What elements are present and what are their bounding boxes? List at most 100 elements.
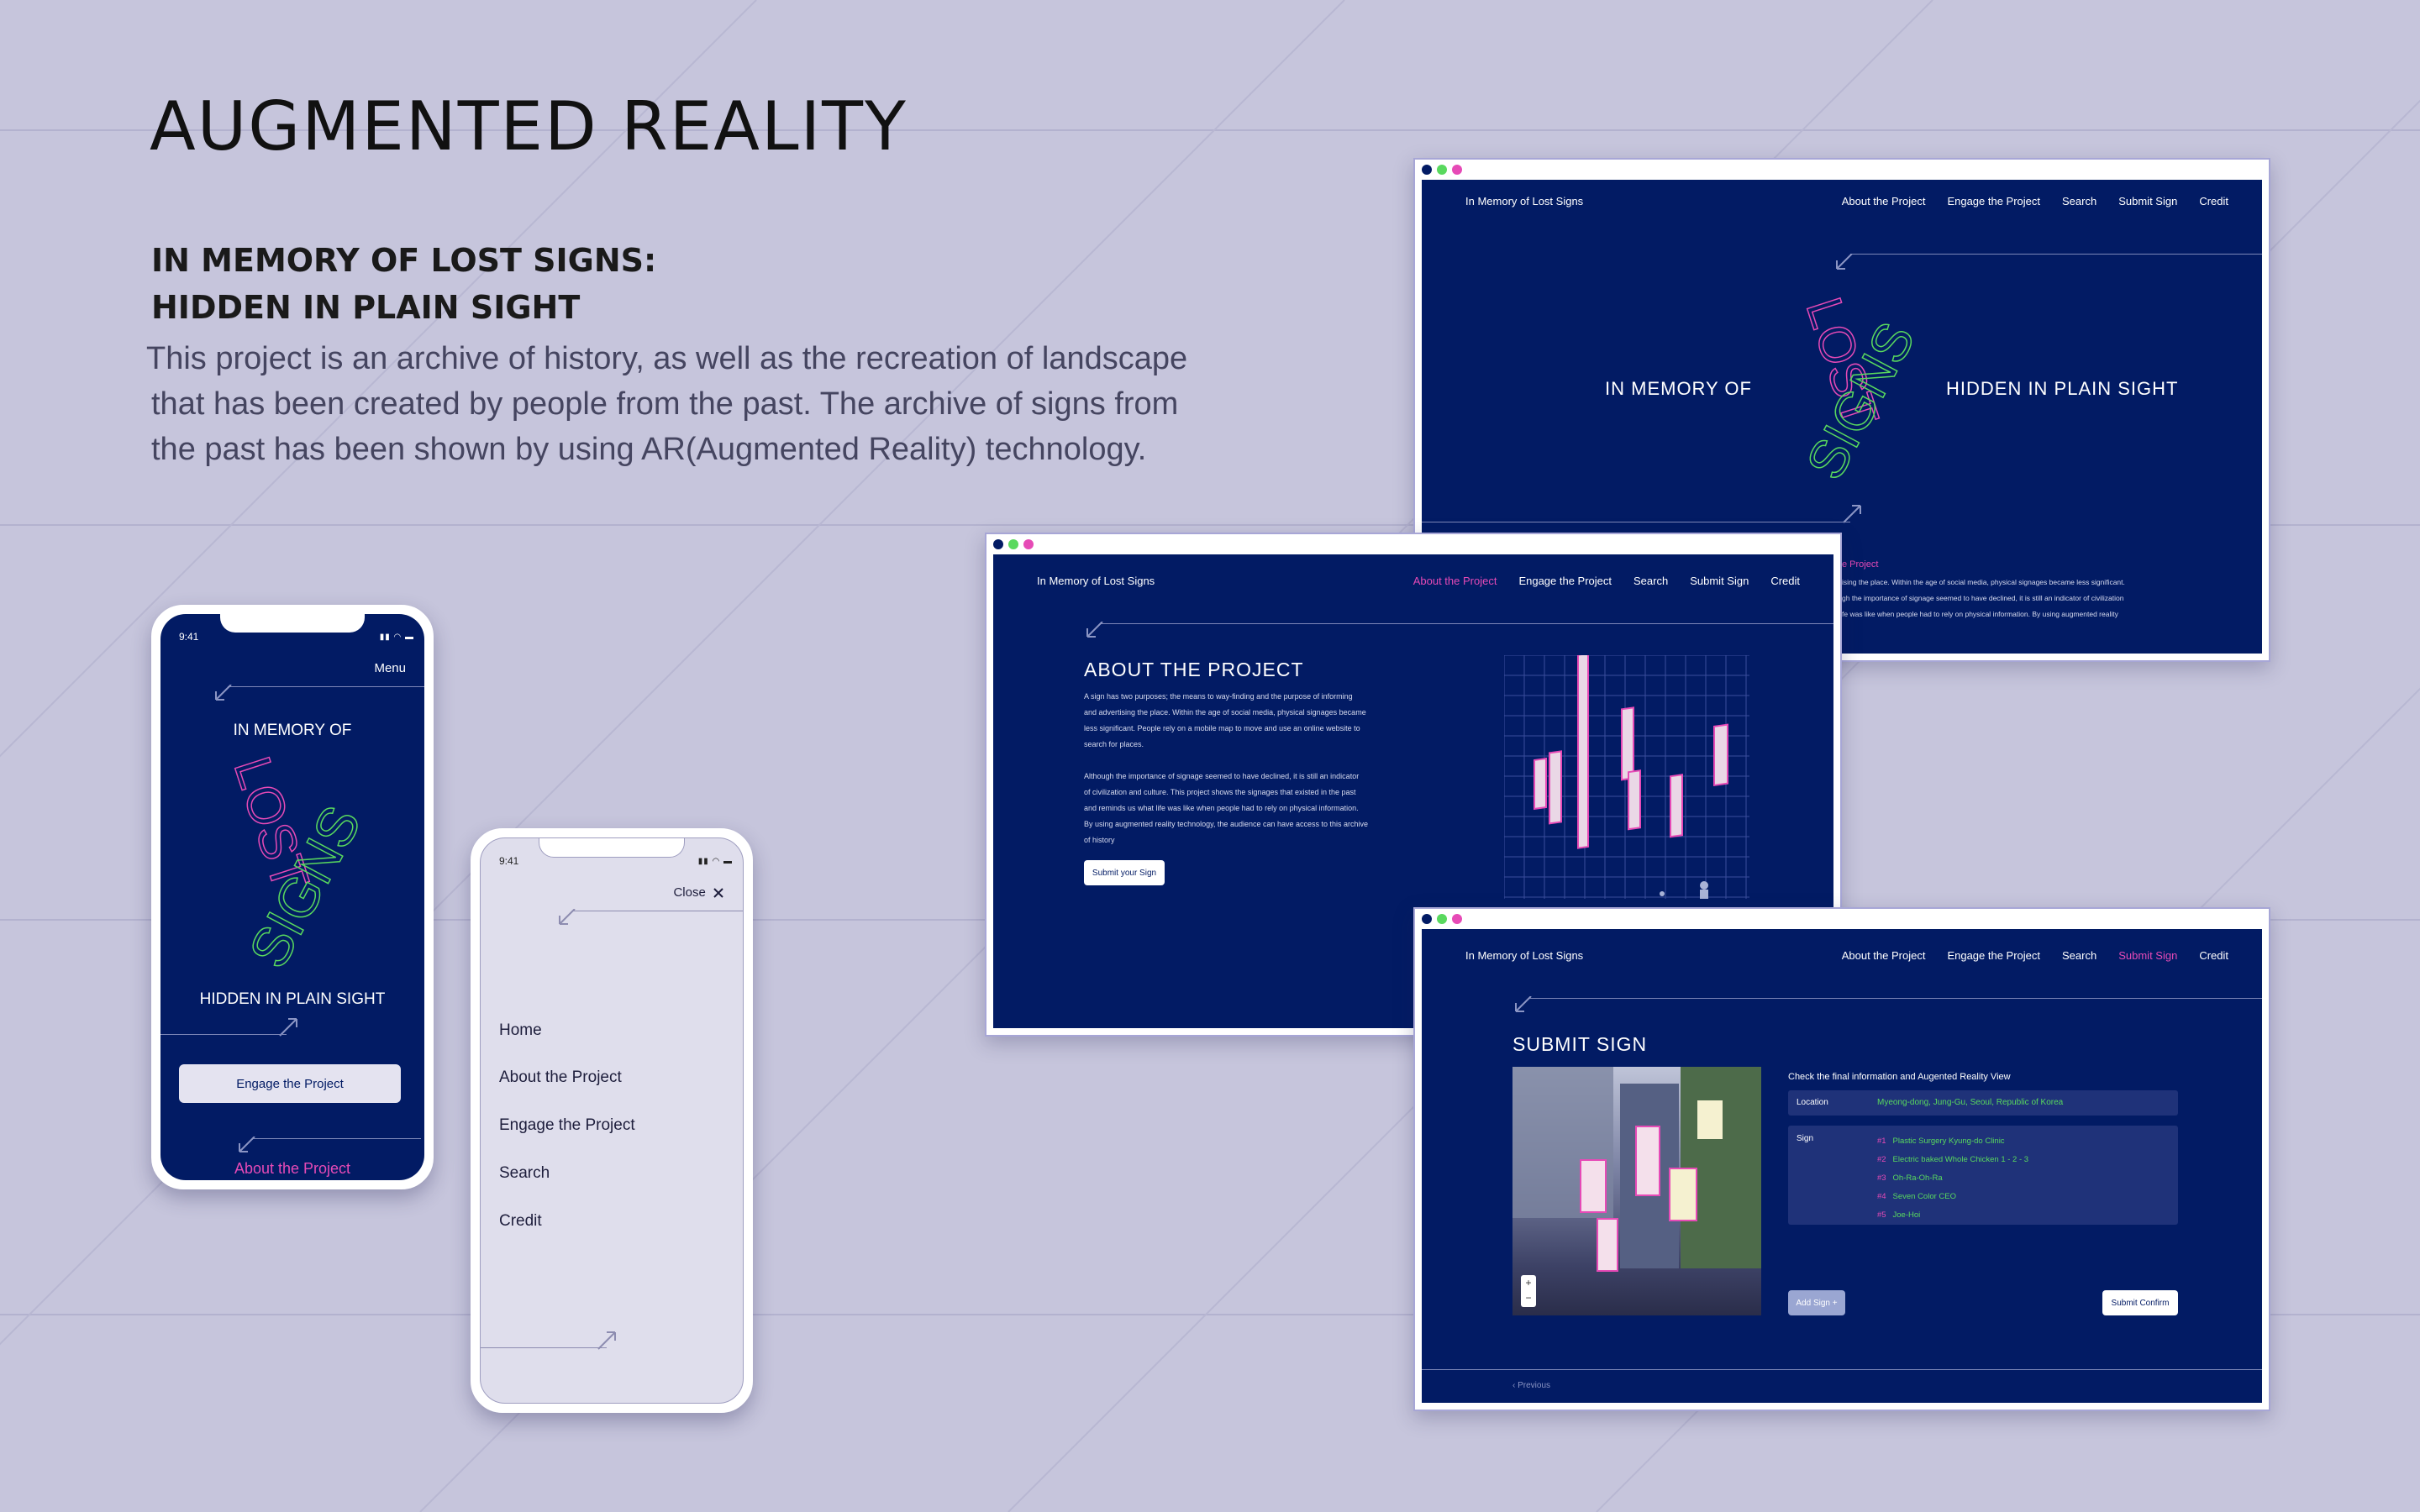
- sign-name: Oh-Ra-Oh-Ra: [1892, 1173, 1943, 1183]
- nav-submit[interactable]: Submit Sign: [2118, 195, 2177, 207]
- description-line: that has been created by people from the…: [151, 386, 1179, 422]
- nav-links: About the Project Engage the Project Sea…: [1842, 195, 2228, 207]
- phone-home: 9:41 ▮▮ ◠ ▬ Menu IN MEMORY OF LOST SIGNS…: [151, 605, 434, 1189]
- arrow-down-left-icon: [239, 1137, 255, 1152]
- subheading-line: IN MEMORY OF LOST SIGNS:: [151, 242, 657, 279]
- window-dot-navy[interactable]: [993, 539, 1003, 549]
- location-value: Myeong-dong, Jung-Gu, Seoul, Republic of…: [1877, 1098, 2064, 1107]
- window-dot-green[interactable]: [1437, 165, 1447, 175]
- window-dot-green[interactable]: [1437, 914, 1447, 924]
- window-dot-pink[interactable]: [1452, 165, 1462, 175]
- phone-title-bottom: HIDDEN IN PLAIN SIGHT: [199, 990, 386, 1008]
- arrow-down-left-icon: [1515, 996, 1532, 1012]
- zoom-in-button[interactable]: +: [1521, 1275, 1536, 1290]
- photo-sign: [1697, 1100, 1723, 1139]
- arrow-up-right-icon: [1843, 505, 1861, 523]
- window-dot-navy[interactable]: [1422, 914, 1432, 924]
- divider-line: [253, 1138, 421, 1139]
- window-dot-green[interactable]: [1008, 539, 1018, 549]
- sign-list-item[interactable]: #4 Seven Color CEO: [1877, 1188, 2028, 1206]
- nav-about[interactable]: About the Project: [1842, 195, 1926, 207]
- status-time: 9:41: [179, 631, 199, 643]
- nav-brand[interactable]: In Memory of Lost Signs: [1465, 949, 1583, 962]
- window-controls: [993, 539, 1034, 549]
- menu-item-credit[interactable]: Credit: [499, 1212, 542, 1231]
- nav-search[interactable]: Search: [2062, 195, 2096, 207]
- home-left-title: IN MEMORY OF: [1605, 378, 1752, 399]
- submit-confirm-button[interactable]: Submit Confirm: [2102, 1290, 2178, 1315]
- menu-item-engage[interactable]: Engage the Project: [499, 1116, 635, 1135]
- nav-submit-active[interactable]: Submit Sign: [2118, 949, 2177, 962]
- about-line: By using augmented reality technology, t…: [1084, 820, 1369, 828]
- sign-number: #4: [1877, 1192, 1886, 1201]
- sign-label: Sign: [1797, 1134, 1814, 1143]
- close-menu-button[interactable]: Close: [673, 885, 724, 900]
- previous-link[interactable]: ‹ Previous: [1512, 1381, 1550, 1390]
- description-line: the past has been shown by using AR(Augm…: [151, 432, 1147, 467]
- nav-links: About the Project Engage the Project Sea…: [1413, 575, 1800, 587]
- sign-list-item[interactable]: #2 Electric baked Whole Chicken 1 - 2 - …: [1877, 1151, 2028, 1169]
- divider-line: [228, 686, 424, 687]
- nav-links: About the Project Engage the Project Sea…: [1842, 949, 2228, 962]
- divider-line: [1529, 998, 2262, 999]
- sign-list-item[interactable]: #3 Oh-Ra-Oh-Ra: [1877, 1169, 2028, 1188]
- zoom-out-button[interactable]: −: [1521, 1290, 1536, 1305]
- submit-browser-window: In Memory of Lost Signs About the Projec…: [1413, 907, 2270, 1411]
- engage-project-button[interactable]: Engage the Project: [179, 1064, 401, 1103]
- nav-brand[interactable]: In Memory of Lost Signs: [1465, 195, 1583, 207]
- project-description: This project is an archive of history, a…: [146, 336, 1205, 472]
- phone-about-peek[interactable]: About the Project: [160, 1160, 424, 1178]
- photo-sign: [1580, 1159, 1607, 1213]
- nav-brand[interactable]: In Memory of Lost Signs: [1037, 575, 1155, 587]
- sign-list-panel: Sign #1 Plastic Surgery Kyung-do Clinic …: [1788, 1126, 2178, 1225]
- arrow-up-right-icon: [597, 1331, 616, 1350]
- add-sign-button[interactable]: Add Sign +: [1788, 1290, 1845, 1315]
- check-label: Check the final information and Augented…: [1788, 1072, 2011, 1082]
- nav-search[interactable]: Search: [1634, 575, 1668, 587]
- photo-sign: [1669, 1168, 1697, 1221]
- nav-credit[interactable]: Credit: [2199, 195, 2228, 207]
- nav-credit[interactable]: Credit: [2199, 949, 2228, 962]
- nav-about-active[interactable]: About the Project: [1413, 575, 1497, 587]
- street-photo-map[interactable]: + −: [1512, 1067, 1761, 1315]
- status-icons: ▮▮ ◠ ▬: [379, 633, 414, 642]
- description-line: This project is an archive of history, a…: [146, 341, 1188, 376]
- about-line: less significant. People rely on a mobil…: [1084, 724, 1360, 732]
- location-label: Location: [1797, 1098, 1828, 1107]
- about-line: search for places.: [1084, 740, 1144, 748]
- status-time: 9:41: [499, 855, 519, 867]
- lost-signs-logo: LOST SIGNS: [222, 749, 373, 978]
- nav-search[interactable]: Search: [2062, 949, 2096, 962]
- phone-home-screen: 9:41 ▮▮ ◠ ▬ Menu IN MEMORY OF LOST SIGNS…: [160, 614, 424, 1180]
- about-line: and reminds us what life was like when p…: [1084, 804, 1359, 812]
- nav-engage[interactable]: Engage the Project: [1947, 195, 2040, 207]
- sign-number: #1: [1877, 1137, 1886, 1146]
- about-line: of history: [1084, 836, 1115, 844]
- nav-submit[interactable]: Submit Sign: [1690, 575, 1749, 587]
- arrow-down-left-icon: [559, 909, 576, 925]
- sign-number: #5: [1877, 1210, 1886, 1220]
- submit-title: SUBMIT SIGN: [1512, 1033, 1648, 1055]
- nav-about[interactable]: About the Project: [1842, 949, 1926, 962]
- menu-item-search[interactable]: Search: [499, 1164, 550, 1183]
- close-icon: [713, 888, 723, 898]
- about-line: A sign has two purposes; the means to wa…: [1084, 692, 1353, 701]
- peek-line: gh the importance of signage seemed to h…: [1842, 594, 2124, 602]
- window-dot-pink[interactable]: [1452, 914, 1462, 924]
- window-dot-pink[interactable]: [1023, 539, 1034, 549]
- nav-credit[interactable]: Credit: [1770, 575, 1800, 587]
- nav-engage[interactable]: Engage the Project: [1518, 575, 1612, 587]
- divider-line: [160, 1034, 287, 1035]
- menu-item-about[interactable]: About the Project: [499, 1068, 622, 1087]
- divider-line: [1101, 623, 1833, 624]
- phone-menu-screen: 9:41 ▮▮ ◠ ▬ Close Home About the Project…: [480, 837, 744, 1404]
- phone-menu: 9:41 ▮▮ ◠ ▬ Close Home About the Project…: [471, 828, 753, 1413]
- sign-number: #2: [1877, 1155, 1886, 1164]
- sign-list-item[interactable]: #1 Plastic Surgery Kyung-do Clinic: [1877, 1132, 2028, 1151]
- submit-your-sign-button[interactable]: Submit your Sign: [1084, 860, 1165, 885]
- nav-engage[interactable]: Engage the Project: [1947, 949, 2040, 962]
- menu-item-home[interactable]: Home: [499, 1021, 542, 1040]
- sign-list-item[interactable]: #5 Joe-Hoi: [1877, 1206, 2028, 1225]
- window-dot-navy[interactable]: [1422, 165, 1432, 175]
- menu-button[interactable]: Menu: [374, 661, 406, 675]
